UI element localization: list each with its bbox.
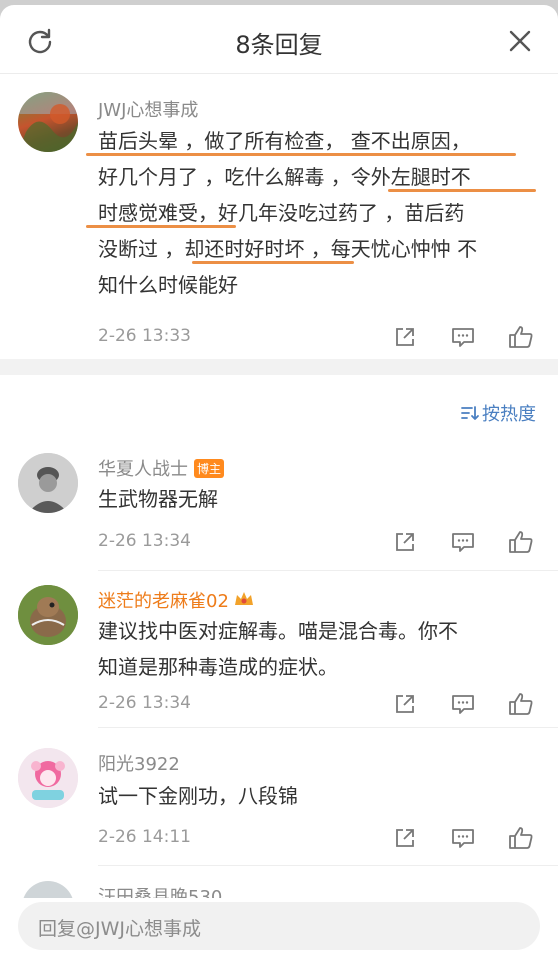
comment-icon: [452, 829, 474, 848]
avatar[interactable]: [18, 92, 78, 152]
sort-icon: [461, 406, 479, 420]
highlight-underline: [192, 261, 354, 264]
comment-icon: [452, 695, 474, 714]
comment-text-line: 知什么时候能好: [98, 273, 238, 297]
like-button[interactable]: [492, 529, 550, 555]
main-comment: JWJ心想事成 苗后头晕 ，做了所有检查， 查不出原因， 好几个月了 ，吃什么解…: [0, 74, 558, 359]
sheet-title: 8条回复: [235, 31, 323, 59]
replies-sheet: 8条回复 JWJ心想事成 苗后头晕 ，做了所有检查， 查不出原因， 好几个月了 …: [0, 5, 558, 960]
like-icon: [509, 531, 533, 553]
share-icon: [396, 829, 414, 847]
share-button[interactable]: [376, 324, 434, 350]
like-button[interactable]: [492, 691, 550, 717]
reply-username-text[interactable]: 迷茫的老麻雀02: [98, 591, 229, 612]
highlight-underline: [86, 225, 236, 228]
comment-icon: [452, 533, 474, 552]
like-icon: [509, 827, 533, 849]
highlight-underline: [388, 189, 536, 192]
comment-icon: [452, 328, 474, 347]
reply-text: 建议找中医对症解毒。喵是混合毒。你不 知道是那种毒造成的症状。: [98, 613, 538, 685]
reply-username: 迷茫的老麻雀02: [98, 587, 255, 614]
reply-actions: [376, 825, 550, 851]
reply-item: 迷茫的老麻雀02 建议找中医对症解毒。喵是混合毒。你不 知道是那种毒造成的症状。…: [0, 577, 558, 727]
share-button[interactable]: [376, 529, 434, 555]
comment-button[interactable]: [434, 825, 492, 851]
reply-time: 2-26 14:11: [98, 827, 191, 847]
reply-text: 生武物器无解: [98, 487, 218, 511]
reply-time: 2-26 13:34: [98, 693, 191, 713]
avatar-image: [18, 748, 78, 808]
comment-text: 苗后头晕 ，做了所有检查， 查不出原因， 好几个月了 ，吃什么解毒 ，令外左腿时…: [98, 123, 543, 303]
avatar[interactable]: [18, 585, 78, 645]
like-icon: [509, 693, 533, 715]
reply-username-text[interactable]: 华夏人战士: [98, 459, 188, 480]
reply-text-line: 建议找中医对症解毒。喵是混合毒。你不: [98, 619, 458, 643]
reply-actions: [376, 691, 550, 717]
section-gap: [0, 359, 558, 375]
comment-button[interactable]: [434, 691, 492, 717]
sheet-header: 8条回复: [0, 5, 558, 73]
share-button[interactable]: [376, 691, 434, 717]
avatar-image: [18, 453, 78, 513]
reply-username[interactable]: 阳光3922: [98, 750, 180, 776]
reply-divider: [98, 865, 558, 866]
avatar[interactable]: [18, 748, 78, 808]
reply-item: 阳光3922 试一下金刚功，八段锦 2-26 14:11: [0, 740, 558, 865]
reply-item: 汪田桑县晚530: [0, 873, 558, 898]
comment-time: 2-26 13:33: [98, 326, 191, 346]
share-icon: [396, 533, 414, 551]
reply-input-placeholder: 回复@JWJ心想事成: [38, 918, 201, 940]
close-icon: [509, 30, 531, 52]
share-button[interactable]: [376, 825, 434, 851]
avatar-image: [18, 92, 78, 152]
comment-username[interactable]: JWJ心想事成: [98, 96, 198, 122]
close-button[interactable]: [504, 25, 536, 57]
sort-toggle[interactable]: 按热度: [460, 400, 536, 426]
author-badge: 博主: [194, 459, 225, 478]
reply-text-line: 知道是那种毒造成的症状。: [98, 655, 338, 679]
reply-divider: [98, 727, 558, 728]
reply-username[interactable]: 汪田桑县晚530: [98, 883, 222, 898]
comment-button[interactable]: [434, 324, 492, 350]
sort-label: 按热度: [482, 404, 536, 425]
comment-button[interactable]: [434, 529, 492, 555]
reply-time: 2-26 13:34: [98, 531, 191, 551]
comment-actions: [376, 324, 550, 350]
reply-input[interactable]: 回复@JWJ心想事成: [18, 902, 540, 950]
highlight-underline: [86, 153, 516, 156]
reply-username: 华夏人战士 博主: [98, 455, 225, 481]
reply-divider: [98, 570, 558, 571]
share-icon: [396, 695, 414, 713]
avatar[interactable]: [22, 881, 74, 898]
reply-actions: [376, 529, 550, 555]
avatar-image: [18, 585, 78, 645]
like-button[interactable]: [492, 324, 550, 350]
like-button[interactable]: [492, 825, 550, 851]
avatar[interactable]: [18, 453, 78, 513]
reply-item: 华夏人战士 博主 生武物器无解 2-26 13:34: [0, 445, 558, 575]
reply-text: 试一下金刚功，八段锦: [98, 784, 298, 808]
like-icon: [509, 326, 533, 348]
share-icon: [396, 328, 414, 346]
vip-crown-icon: [233, 589, 255, 614]
